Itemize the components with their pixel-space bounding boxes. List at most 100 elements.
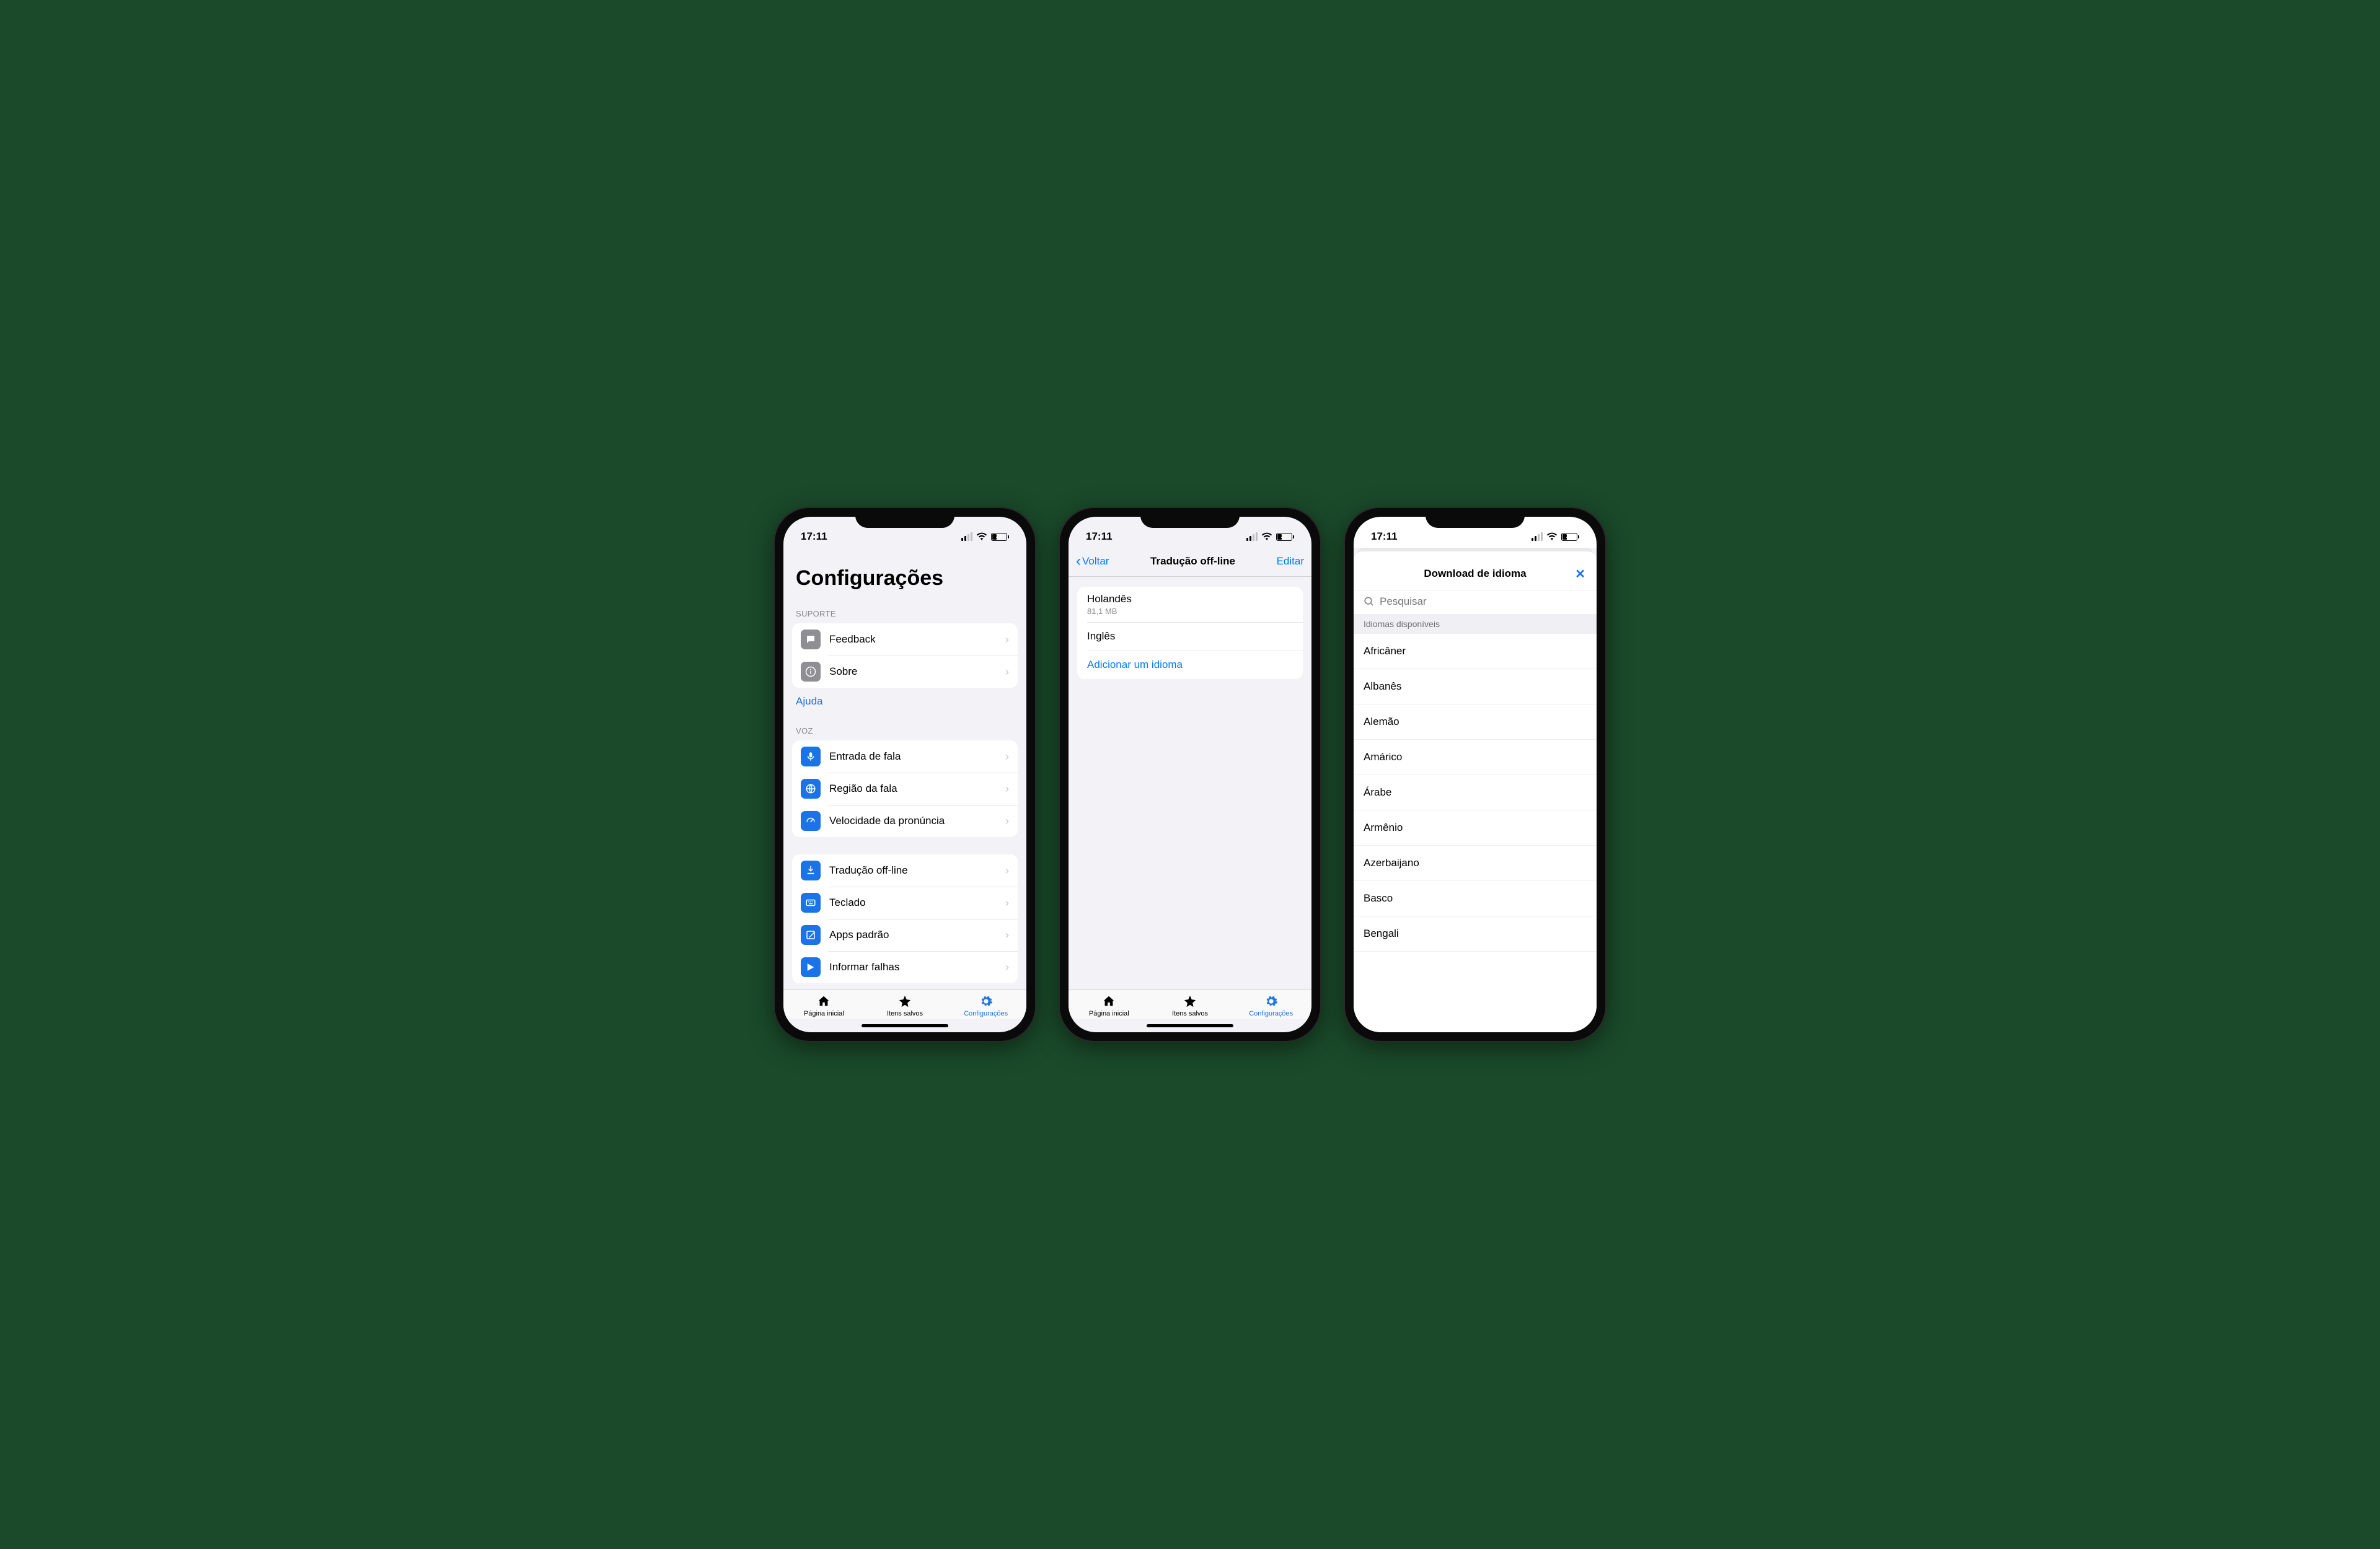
lang-item[interactable]: Basco — [1354, 881, 1597, 916]
mic-icon — [801, 747, 821, 766]
lang-name: Inglês — [1087, 630, 1293, 643]
row-keyboard[interactable]: Teclado › — [792, 887, 1018, 919]
add-label: Adicionar um idioma — [1087, 659, 1293, 671]
notch — [1140, 508, 1240, 528]
tab-label: Configurações — [964, 1010, 1008, 1017]
lang-item[interactable]: Armênio — [1354, 810, 1597, 846]
search-input[interactable] — [1380, 595, 1587, 608]
tab-label: Itens salvos — [1172, 1010, 1208, 1017]
apps-icon — [801, 925, 821, 945]
row-offline[interactable]: Tradução off-line › — [792, 854, 1018, 887]
row-speech-speed[interactable]: Velocidade da pronúncia › — [792, 805, 1018, 837]
lang-name: Holandês — [1087, 593, 1293, 605]
lang-item[interactable]: Amárico — [1354, 740, 1597, 775]
lang-size: 81,1 MB — [1087, 607, 1293, 616]
help-link[interactable]: Ajuda — [783, 688, 1026, 715]
globe-icon — [801, 779, 821, 799]
feedback-icon — [801, 630, 821, 649]
support-card: Feedback › Sobre › — [792, 623, 1018, 688]
row-report[interactable]: Informar falhas › — [792, 951, 1018, 983]
chevron-left-icon: ‹ — [1076, 553, 1081, 570]
notch — [855, 508, 954, 528]
wifi-icon — [976, 532, 987, 541]
row-label: Sobre — [829, 665, 1005, 678]
signal-icon — [961, 532, 972, 541]
section-voice-label: VOZ — [783, 715, 1026, 740]
chevron-icon: › — [1005, 864, 1009, 877]
tab-label: Itens salvos — [887, 1010, 923, 1017]
search-field[interactable] — [1354, 590, 1597, 614]
close-button[interactable]: ✕ — [1575, 566, 1585, 582]
row-feedback[interactable]: Feedback › — [792, 623, 1018, 656]
search-icon — [1364, 596, 1375, 607]
tab-settings[interactable]: Configurações — [1230, 994, 1311, 1017]
tab-label: Configurações — [1249, 1010, 1293, 1017]
info-icon — [801, 662, 821, 682]
gear-icon — [978, 994, 994, 1009]
row-about[interactable]: Sobre › — [792, 656, 1018, 688]
row-label: Apps padrão — [829, 929, 1005, 941]
modal-title: Download de idioma — [1424, 568, 1526, 580]
lang-item[interactable]: Árabe — [1354, 775, 1597, 810]
lang-item[interactable]: Albanês — [1354, 669, 1597, 704]
voice-card: Entrada de fala › Região da fala › Veloc… — [792, 740, 1018, 837]
speed-icon — [801, 811, 821, 831]
battery-icon: 28 — [1276, 533, 1294, 541]
language-list: Holandês 81,1 MB Inglês Adicionar um idi… — [1077, 587, 1303, 679]
page-title: Configurações — [783, 548, 1026, 598]
row-speech-region[interactable]: Região da fala › — [792, 773, 1018, 805]
tab-settings[interactable]: Configurações — [945, 994, 1026, 1017]
lang-row-dutch[interactable]: Holandês 81,1 MB — [1077, 587, 1303, 622]
row-label: Teclado — [829, 897, 1005, 909]
row-default-apps[interactable]: Apps padrão › — [792, 919, 1018, 951]
lang-item[interactable]: Azerbaijano — [1354, 846, 1597, 881]
row-label: Informar falhas — [829, 961, 1005, 973]
star-icon — [1182, 994, 1198, 1009]
tab-saved[interactable]: Itens salvos — [865, 994, 946, 1017]
tab-home[interactable]: Página inicial — [1069, 994, 1150, 1017]
language-list[interactable]: Africâner Albanês Alemão Amárico Árabe A… — [1354, 634, 1597, 1032]
signal-icon — [1246, 532, 1258, 541]
lang-item[interactable]: Bengali — [1354, 916, 1597, 952]
lang-item[interactable]: Africâner — [1354, 634, 1597, 669]
phone-offline: 17:11 28 ‹ Voltar Tradução off-line Edit… — [1060, 508, 1320, 1041]
tab-bar: Página inicial Itens salvos Configuraçõe… — [783, 990, 1026, 1019]
chevron-icon: › — [1005, 750, 1009, 763]
modal-sheet: Download de idioma ✕ Idiomas disponíveis… — [1354, 551, 1597, 1032]
phone-download: 17:11 28 Download de idioma ✕ Idiomas di… — [1345, 508, 1605, 1041]
row-speech-input[interactable]: Entrada de fala › — [792, 740, 1018, 773]
tab-label: Página inicial — [1089, 1010, 1129, 1017]
chevron-icon: › — [1005, 929, 1009, 942]
row-label: Região da fala — [829, 783, 1005, 795]
wifi-icon — [1261, 532, 1272, 541]
chevron-icon: › — [1005, 665, 1009, 678]
add-language-button[interactable]: Adicionar um idioma — [1077, 651, 1303, 679]
edit-button[interactable]: Editar — [1277, 555, 1304, 568]
chevron-icon: › — [1005, 633, 1009, 646]
chevron-icon: › — [1005, 897, 1009, 910]
section-header: Idiomas disponíveis — [1354, 614, 1597, 634]
battery-icon: 28 — [991, 533, 1009, 541]
nav-bar: ‹ Voltar Tradução off-line Editar — [1069, 548, 1311, 577]
chevron-icon: › — [1005, 783, 1009, 796]
lang-item[interactable]: Alemão — [1354, 704, 1597, 740]
row-label: Velocidade da pronúncia — [829, 815, 1005, 827]
tab-label: Página inicial — [804, 1010, 844, 1017]
back-button[interactable]: ‹ Voltar — [1076, 553, 1109, 570]
signal-icon — [1532, 532, 1543, 541]
lang-row-english[interactable]: Inglês — [1077, 622, 1303, 651]
row-label: Entrada de fala — [829, 750, 1005, 763]
tab-bar: Página inicial Itens salvos Configuraçõe… — [1069, 990, 1311, 1019]
home-icon — [816, 994, 832, 1009]
status-time: 17:11 — [1371, 530, 1475, 543]
row-label: Feedback — [829, 633, 1005, 646]
home-indicator[interactable] — [783, 1019, 1026, 1032]
tab-saved[interactable]: Itens salvos — [1150, 994, 1231, 1017]
nav-title: Tradução off-line — [1150, 555, 1235, 568]
battery-icon: 28 — [1561, 533, 1579, 541]
other-card: Tradução off-line › Teclado › Apps padrã… — [792, 854, 1018, 983]
notch — [1426, 508, 1525, 528]
home-indicator[interactable] — [1069, 1019, 1311, 1032]
tab-home[interactable]: Página inicial — [783, 994, 865, 1017]
home-icon — [1101, 994, 1117, 1009]
